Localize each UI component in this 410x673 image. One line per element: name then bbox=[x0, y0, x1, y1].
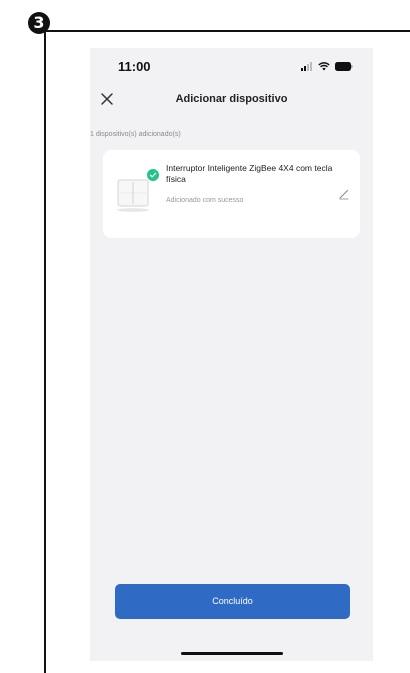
edit-icon[interactable] bbox=[338, 188, 350, 200]
battery-icon bbox=[335, 61, 353, 71]
nav-bar: Adicionar dispositivo bbox=[90, 86, 373, 114]
device-card[interactable]: Interruptor Inteligente ZigBee 4X4 com t… bbox=[103, 150, 360, 238]
done-button[interactable]: Concluído bbox=[115, 584, 350, 619]
tutorial-step-frame: 3 11:00 Adicionar dispositivo 1 disposit… bbox=[0, 0, 410, 673]
status-bar: 11:00 bbox=[90, 48, 373, 84]
added-count-label: 1 dispositivo(s) adicionado(s) bbox=[90, 131, 181, 138]
phone-screen: 11:00 Adicionar dispositivo 1 dispositiv… bbox=[90, 48, 373, 661]
wifi-icon bbox=[318, 61, 330, 70]
status-time: 11:00 bbox=[118, 59, 151, 74]
device-name: Interruptor Inteligente ZigBee 4X4 com t… bbox=[166, 163, 333, 184]
frame-border-left bbox=[44, 30, 46, 673]
status-icons bbox=[301, 60, 353, 72]
signal-icon bbox=[301, 61, 312, 71]
device-status: Adicionado com sucesso bbox=[166, 197, 244, 204]
page-title: Adicionar dispositivo bbox=[175, 93, 288, 105]
frame-border-top bbox=[44, 30, 410, 32]
check-icon bbox=[146, 168, 160, 182]
home-indicator bbox=[181, 652, 283, 655]
